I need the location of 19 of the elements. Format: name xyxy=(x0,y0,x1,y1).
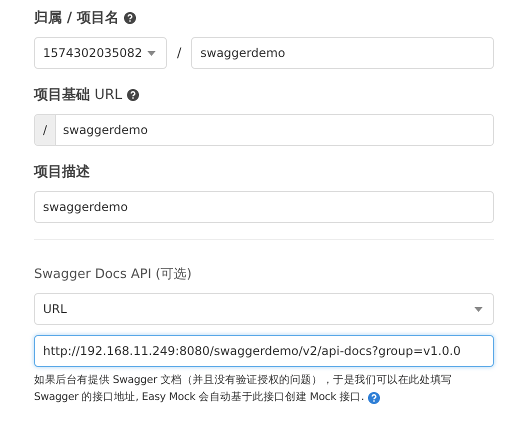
help-icon[interactable] xyxy=(124,12,136,24)
field-label: 项目基础 URL xyxy=(34,86,122,104)
source-select[interactable]: URL xyxy=(34,293,494,325)
help-icon[interactable] xyxy=(127,89,140,101)
input-prefix: / xyxy=(35,115,56,145)
project-name-input[interactable]: swaggerdemo xyxy=(191,37,494,69)
hint-text: 如果后台有提供 Swagger 文档（并且没有验证授权的问题），于是我们可以在此处填写 xyxy=(34,373,452,388)
swagger-url-input[interactable]: http://192.168.11.249:8080/swaggerdemo/v2/api-docs?group=v1.0.0 xyxy=(34,335,494,367)
field-label: Swagger Docs API (可选) xyxy=(34,266,192,283)
path-separator: / xyxy=(177,46,182,60)
owner-select[interactable]: 1574302035082 xyxy=(34,37,167,69)
hint-text: Swagger 的接口地址, Easy Mock 会自动基于此接口创建 Mock 接口. xyxy=(34,390,364,405)
field-label: 项目描述 xyxy=(34,163,90,181)
caret-icon xyxy=(147,50,156,56)
help-icon[interactable] xyxy=(368,392,380,404)
caret-icon xyxy=(474,306,483,312)
base-url-input[interactable]: / swaggerdemo xyxy=(34,114,494,146)
field-label: 归属 / 项目名 xyxy=(34,9,119,27)
description-input[interactable]: swaggerdemo xyxy=(34,191,494,223)
